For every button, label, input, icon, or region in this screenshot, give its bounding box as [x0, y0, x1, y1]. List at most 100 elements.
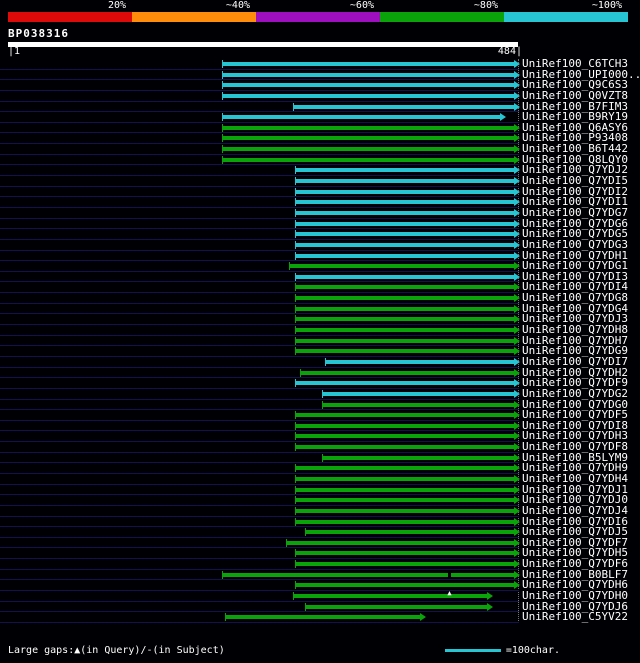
bar-start-tick: [294, 240, 296, 249]
bar-arrowhead-icon: [500, 113, 507, 122]
alignment-bar[interactable]: [325, 357, 520, 366]
alignment-bar[interactable]: [225, 613, 426, 622]
alignment-bar[interactable]: [294, 177, 520, 186]
alignment-bar[interactable]: [294, 506, 520, 515]
alignment-bar[interactable]: [294, 272, 520, 281]
identity-key-bar: [8, 12, 628, 22]
bar-start-tick: [294, 336, 296, 345]
bar-start-tick: [294, 198, 296, 207]
alignment-bar[interactable]: [221, 81, 520, 90]
alignment-bar[interactable]: [294, 198, 520, 207]
bar-start-tick: [286, 538, 288, 547]
bar-start-tick: [294, 506, 296, 515]
alignment-bar[interactable]: [294, 411, 520, 420]
alignment-bar[interactable]: [299, 368, 520, 377]
alignment-bar[interactable]: [221, 70, 520, 79]
alignment-bar[interactable]: [286, 538, 520, 547]
alignment-bar[interactable]: [221, 60, 520, 68]
bar-start-tick: [294, 517, 296, 526]
large-gaps-legend: Large gaps:▲(in Query)/-(in Subject): [8, 644, 225, 656]
alignment-bar[interactable]: [294, 251, 520, 260]
alignment-bar[interactable]: [294, 208, 520, 217]
bar-start-tick: [305, 528, 307, 537]
alignment-bar[interactable]: [294, 219, 520, 228]
alignment-bar[interactable]: [289, 262, 520, 271]
alignment-bar[interactable]: [294, 326, 520, 335]
alignment-bar[interactable]: [294, 294, 520, 303]
bar-arrowhead-icon: [513, 347, 520, 356]
bar-start-tick: [294, 474, 296, 483]
alignment-bar[interactable]: [294, 464, 520, 473]
bar-arrowhead-icon: [513, 336, 520, 345]
alignment-bar[interactable]: [221, 155, 520, 164]
alignment-bar[interactable]: [294, 549, 520, 558]
identity-key-label: ~40%: [225, 0, 250, 11]
alignment-bar[interactable]: [322, 389, 520, 398]
alignment-bar[interactable]: [294, 421, 520, 430]
alignment-bar[interactable]: [294, 485, 520, 494]
alignment-bar[interactable]: [294, 432, 520, 441]
alignment-bar[interactable]: [294, 560, 520, 569]
bar-start-tick: [294, 326, 296, 335]
alignment-bar[interactable]: [294, 304, 520, 313]
alignment-bar[interactable]: [322, 453, 520, 462]
query-name: BP038316: [8, 27, 69, 40]
alignment-bar[interactable]: [294, 347, 520, 356]
bar-arrowhead-icon: [513, 251, 520, 260]
alignment-bar[interactable]: [294, 496, 520, 505]
alignment-bar[interactable]: [294, 283, 520, 292]
alignment-bar[interactable]: [221, 123, 520, 132]
bar-arrowhead-icon: [513, 421, 520, 430]
identity-key-segment: [380, 12, 504, 22]
bar-arrowhead-icon: [513, 570, 520, 579]
alignment-bar[interactable]: ▲: [292, 590, 494, 601]
alignment-bar[interactable]: [221, 570, 520, 579]
bar-start-tick: [294, 230, 296, 239]
alignment-bar[interactable]: [294, 443, 520, 452]
coord-start-label: |1: [8, 46, 21, 57]
bar-start-tick: [294, 294, 296, 303]
bar-arrowhead-icon: [513, 198, 520, 207]
bar-start-tick: [221, 91, 223, 100]
alignment-bar[interactable]: [294, 581, 520, 590]
bar-arrowhead-icon: [513, 240, 520, 249]
alignment-bar[interactable]: [294, 187, 520, 196]
bar-start-tick: [221, 155, 223, 164]
bar-arrowhead-icon: [513, 177, 520, 186]
alignment-bar[interactable]: [294, 230, 520, 239]
bar-start-tick: [294, 485, 296, 494]
bar-start-tick: [294, 581, 296, 590]
identity-key-label: 20%: [107, 0, 126, 11]
alignment-bar[interactable]: [294, 166, 520, 175]
bar-start-tick: [294, 347, 296, 356]
bar-start-tick: [294, 421, 296, 430]
alignment-bar[interactable]: [221, 134, 520, 143]
bar-arrowhead-icon: [420, 613, 426, 622]
hit-label[interactable]: UniRef100_C5YV22: [522, 611, 628, 623]
bar-arrowhead-icon: [513, 272, 520, 281]
bar-start-tick: [322, 389, 323, 398]
scale-legend: =100char.: [444, 645, 560, 657]
alignment-bar[interactable]: [294, 240, 520, 249]
alignment-bar[interactable]: [294, 336, 520, 345]
alignment-bar[interactable]: [292, 102, 520, 111]
alignment-bar[interactable]: [294, 474, 520, 483]
alignment-bar[interactable]: [322, 400, 520, 409]
alignment-bar[interactable]: [294, 517, 520, 526]
alignment-bar[interactable]: [221, 91, 520, 100]
alignment-bar[interactable]: [305, 528, 520, 537]
alignment-bar[interactable]: [294, 379, 520, 388]
query-coordinates: |1 484|: [8, 47, 522, 57]
bar-start-tick: [292, 102, 294, 111]
bar-arrowhead-icon: [513, 538, 520, 547]
bar-arrowhead-icon: [513, 379, 520, 388]
alignment-bar[interactable]: [221, 145, 520, 154]
alignment-bar[interactable]: [221, 113, 507, 122]
bar-arrowhead-icon: [513, 485, 520, 494]
bar-start-tick: [294, 496, 296, 505]
alignment-bar[interactable]: [294, 315, 520, 324]
alignment-bar[interactable]: [305, 602, 494, 611]
bar-start-tick: [221, 123, 223, 132]
identity-key-label: ~80%: [473, 0, 498, 11]
bar-start-tick: [221, 145, 223, 154]
